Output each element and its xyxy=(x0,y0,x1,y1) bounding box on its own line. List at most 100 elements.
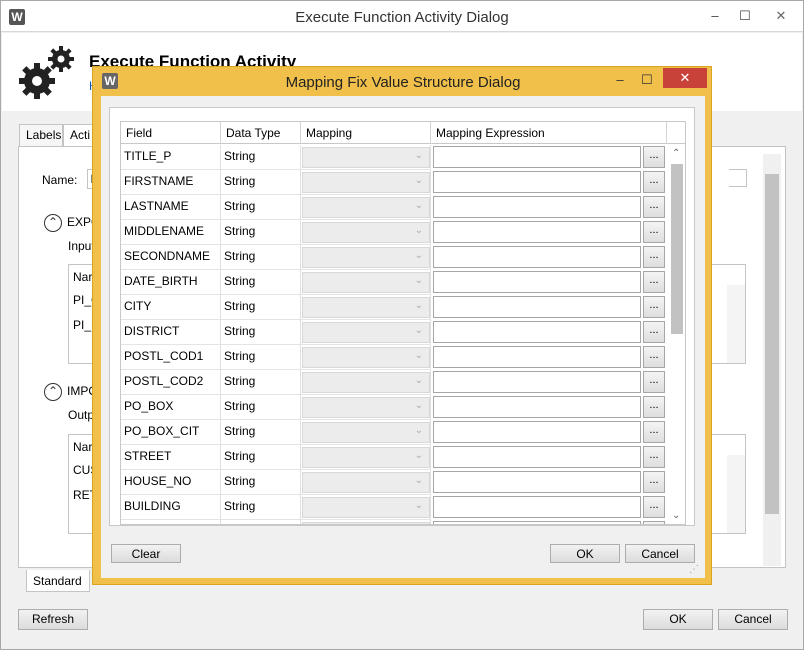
table-row[interactable]: PO_BOX_CIT String ⌄... xyxy=(121,420,667,445)
outer-close-button[interactable]: ✕ xyxy=(759,5,803,27)
field-cell: LASTNAME xyxy=(121,195,221,220)
mapping-expression-input[interactable] xyxy=(433,346,641,368)
mapping-dropdown[interactable]: ⌄ xyxy=(302,297,430,318)
collapse-import-icon[interactable]: ⌃ xyxy=(44,383,62,401)
column-header-mapping[interactable]: Mapping xyxy=(301,122,431,144)
mapping-dropdown[interactable]: ⌄ xyxy=(302,397,430,418)
table-row[interactable]: MIDDLENAME String ⌄... xyxy=(121,220,667,245)
browse-expression-button[interactable]: ... xyxy=(643,521,665,524)
table-row[interactable]: POSTL_COD1 String ⌄... xyxy=(121,345,667,370)
outer-ok-button[interactable]: OK xyxy=(643,609,713,630)
mapping-expression-input[interactable] xyxy=(433,371,641,393)
mapping-dropdown[interactable]: ⌄ xyxy=(302,497,430,518)
dialog-minimize-button[interactable]: – xyxy=(607,69,633,91)
scroll-up-icon[interactable]: ⌃ xyxy=(672,148,680,159)
mapping-dropdown[interactable]: ⌄ xyxy=(302,347,430,368)
mapping-dropdown[interactable]: ⌄ xyxy=(302,372,430,393)
mapping-dropdown[interactable]: ⌄ xyxy=(302,322,430,343)
export-grid-scrollbar[interactable] xyxy=(727,285,745,363)
mapping-dropdown[interactable]: ⌄ xyxy=(302,247,430,268)
mapping-dropdown[interactable]: ⌄ xyxy=(302,522,430,524)
column-header-field[interactable]: Field xyxy=(121,122,221,144)
browse-expression-button[interactable]: ... xyxy=(643,146,665,168)
panel-scrollbar-thumb[interactable] xyxy=(765,174,779,514)
mapping-grid-scrollbar[interactable]: ⌃ ⌄ xyxy=(668,144,685,524)
data-type-cell: String xyxy=(221,495,301,520)
collapse-export-icon[interactable]: ⌃ xyxy=(44,214,62,232)
browse-expression-button[interactable]: ... xyxy=(643,196,665,218)
mapping-expression-input[interactable] xyxy=(433,471,641,493)
import-grid-scrollbar[interactable] xyxy=(727,455,745,533)
mapping-expression-input[interactable] xyxy=(433,196,641,218)
browse-expression-button[interactable]: ... xyxy=(643,296,665,318)
browse-expression-button[interactable]: ... xyxy=(643,446,665,468)
mapping-dropdown[interactable]: ⌄ xyxy=(302,422,430,443)
browse-expression-button[interactable]: ... xyxy=(643,271,665,293)
browse-expression-button[interactable]: ... xyxy=(643,321,665,343)
table-row[interactable]: STREET String ⌄... xyxy=(121,445,667,470)
tab-labels[interactable]: Labels xyxy=(19,124,63,146)
mapping-dropdown[interactable]: ⌄ xyxy=(302,272,430,293)
tab-standard[interactable]: Standard xyxy=(26,570,90,592)
data-type-cell: String xyxy=(221,320,301,345)
refresh-button[interactable]: Refresh xyxy=(18,609,88,630)
dialog-close-button[interactable]: ✕ xyxy=(663,68,707,88)
dialog-cancel-button[interactable]: Cancel xyxy=(625,544,695,563)
scroll-down-icon[interactable]: ⌄ xyxy=(672,510,680,521)
outer-minimize-button[interactable]: – xyxy=(701,5,729,27)
mapping-dropdown[interactable]: ⌄ xyxy=(302,222,430,243)
mapping-expression-input[interactable] xyxy=(433,171,641,193)
resize-grip-icon[interactable]: ⋰ xyxy=(689,564,699,575)
mapping-dropdown[interactable]: ⌄ xyxy=(302,197,430,218)
browse-expression-button[interactable]: ... xyxy=(643,346,665,368)
clear-button[interactable]: Clear xyxy=(111,544,181,563)
mapping-dropdown[interactable]: ⌄ xyxy=(302,147,430,168)
mapping-expression-input[interactable] xyxy=(433,271,641,293)
outer-title-bar: W Execute Function Activity Dialog – ☐ ✕ xyxy=(1,1,803,32)
table-row[interactable]: BUILDING String ⌄... xyxy=(121,495,667,520)
mapping-expression-input[interactable] xyxy=(433,396,641,418)
dialog-ok-button[interactable]: OK xyxy=(550,544,620,563)
browse-expression-button[interactable]: ... xyxy=(643,246,665,268)
table-row[interactable]: LASTNAME String ⌄... xyxy=(121,195,667,220)
outer-maximize-button[interactable]: ☐ xyxy=(731,5,759,27)
chevron-down-icon: ⌄ xyxy=(414,200,423,211)
table-row[interactable]: HOUSE_NO String ⌄... xyxy=(121,470,667,495)
table-row[interactable]: PO_BOX String ⌄... xyxy=(121,395,667,420)
mapping-expression-input[interactable] xyxy=(433,296,641,318)
mapping-dropdown[interactable]: ⌄ xyxy=(302,172,430,193)
table-row[interactable]: FLOORString⌄... xyxy=(121,520,667,524)
mapping-dropdown[interactable]: ⌄ xyxy=(302,447,430,468)
field-cell: FIRSTNAME xyxy=(121,170,221,195)
browse-expression-button[interactable]: ... xyxy=(643,221,665,243)
table-row[interactable]: CITY String ⌄... xyxy=(121,295,667,320)
browse-expression-button[interactable]: ... xyxy=(643,496,665,518)
table-row[interactable]: FIRSTNAME String ⌄... xyxy=(121,170,667,195)
mapping-expression-input[interactable] xyxy=(433,446,641,468)
browse-expression-button[interactable]: ... xyxy=(643,421,665,443)
dialog-maximize-button[interactable]: ☐ xyxy=(634,69,660,91)
chevron-down-icon: ⌄ xyxy=(414,500,423,511)
browse-expression-button[interactable]: ... xyxy=(643,396,665,418)
browse-expression-button[interactable]: ... xyxy=(643,171,665,193)
mapping-expression-input[interactable] xyxy=(433,246,641,268)
table-row[interactable]: SECONDNAME String ⌄... xyxy=(121,245,667,270)
browse-expression-button[interactable]: ... xyxy=(643,371,665,393)
table-row[interactable]: DISTRICT String ⌄... xyxy=(121,320,667,345)
mapping-dropdown[interactable]: ⌄ xyxy=(302,472,430,493)
mapping-expression-input[interactable] xyxy=(433,521,641,524)
mapping-expression-input[interactable] xyxy=(433,146,641,168)
mapping-expression-input[interactable] xyxy=(433,321,641,343)
browse-expression-button[interactable]: ... xyxy=(643,471,665,493)
mapping-expression-input[interactable] xyxy=(433,421,641,443)
mapping-grid-scrollbar-thumb[interactable] xyxy=(671,164,683,334)
table-row[interactable]: DATE_BIRTH String ⌄... xyxy=(121,270,667,295)
mapping-expression-input[interactable] xyxy=(433,221,641,243)
mapping-expression-input[interactable] xyxy=(433,496,641,518)
table-row[interactable]: TITLE_P String ⌄... xyxy=(121,145,667,170)
table-row[interactable]: POSTL_COD2 String ⌄... xyxy=(121,370,667,395)
column-header-mapping-expression[interactable]: Mapping Expression xyxy=(431,122,667,144)
panel-scrollbar[interactable] xyxy=(763,154,781,566)
column-header-data-type[interactable]: Data Type xyxy=(221,122,301,144)
outer-cancel-button[interactable]: Cancel xyxy=(718,609,788,630)
